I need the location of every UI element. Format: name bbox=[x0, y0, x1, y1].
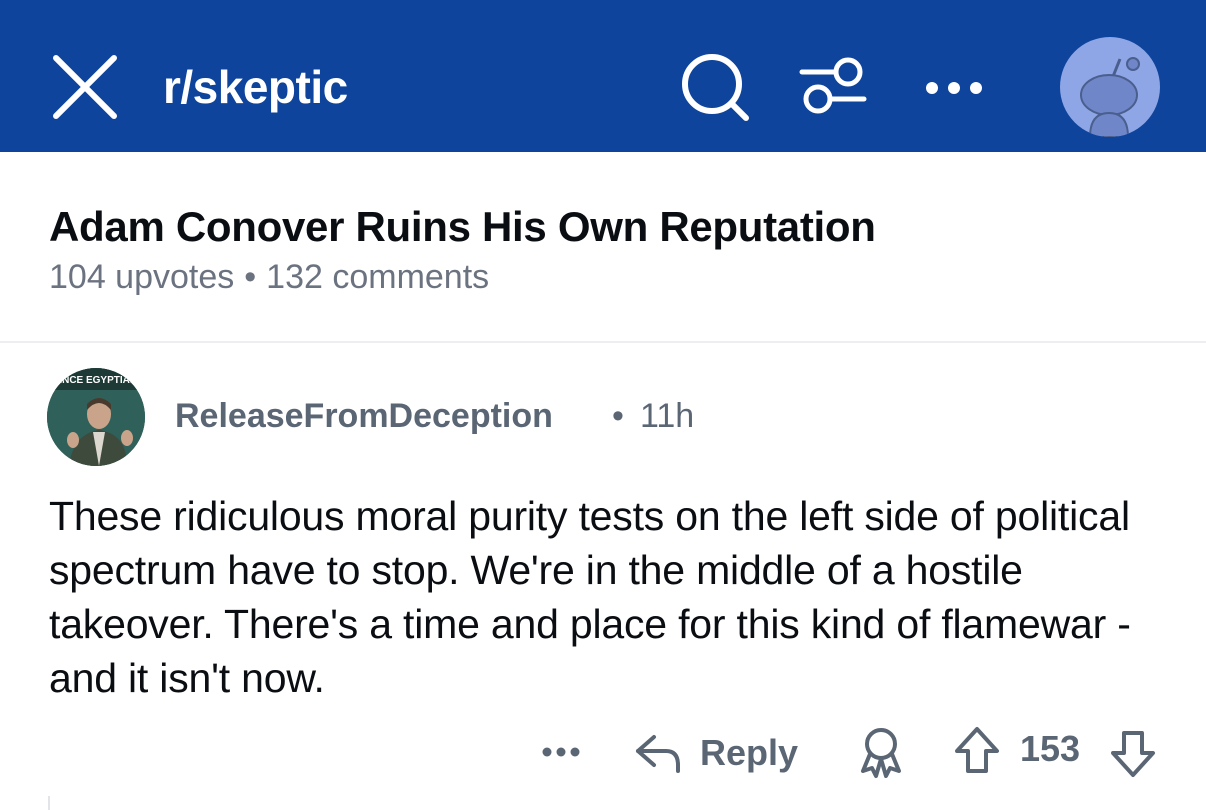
author-separator: • bbox=[612, 397, 624, 435]
post-title[interactable]: Adam Conover Ruins His Own Reputation bbox=[49, 202, 876, 252]
reply-button[interactable]: Reply bbox=[632, 727, 802, 779]
top-bar: r/skeptic bbox=[0, 0, 1206, 152]
meta-separator: • bbox=[244, 258, 257, 296]
subreddit-name[interactable]: r/skeptic bbox=[163, 57, 348, 117]
avatar-caption: ANCE EGYPTIAN bbox=[55, 375, 137, 386]
comment-author[interactable]: ReleaseFromDeception bbox=[175, 393, 553, 439]
comment-count: 132 comments bbox=[266, 258, 490, 296]
comment: ANCE EGYPTIAN ReleaseFromDeception • 11h… bbox=[0, 345, 1206, 810]
reply-label: Reply bbox=[700, 732, 799, 773]
comment-more-button[interactable] bbox=[535, 735, 587, 769]
more-options-button[interactable] bbox=[918, 66, 990, 110]
filter-button[interactable] bbox=[796, 52, 870, 118]
award-icon bbox=[861, 728, 901, 778]
upvote-icon bbox=[955, 727, 999, 773]
close-button[interactable] bbox=[44, 46, 128, 130]
comment-score: 153 bbox=[1020, 728, 1081, 769]
post-header: Adam Conover Ruins His Own Reputation 10… bbox=[0, 152, 1206, 343]
avatar-image: ANCE EGYPTIAN bbox=[47, 368, 145, 466]
downvote-button[interactable] bbox=[1108, 729, 1158, 779]
user-avatar-button[interactable] bbox=[1060, 37, 1160, 137]
search-button[interactable] bbox=[676, 50, 756, 126]
close-icon bbox=[53, 55, 117, 119]
post-meta: 104 upvotes • 132 comments bbox=[49, 255, 489, 299]
comment-avatar[interactable]: ANCE EGYPTIAN bbox=[47, 368, 145, 466]
downvote-icon bbox=[1111, 731, 1155, 777]
avatar-icon bbox=[1080, 57, 1140, 137]
upvote-count: 104 upvotes bbox=[49, 258, 235, 296]
more-icon bbox=[542, 747, 580, 757]
award-button[interactable] bbox=[857, 725, 905, 779]
more-icon bbox=[926, 82, 982, 94]
search-icon bbox=[682, 54, 749, 121]
upvote-button[interactable] bbox=[952, 725, 1002, 775]
comment-time: 11h bbox=[640, 397, 695, 435]
thread-line bbox=[48, 796, 50, 810]
filter-icon bbox=[799, 57, 867, 114]
reply-icon bbox=[636, 735, 680, 773]
comment-body: These ridiculous moral purity tests on t… bbox=[49, 493, 1131, 701]
